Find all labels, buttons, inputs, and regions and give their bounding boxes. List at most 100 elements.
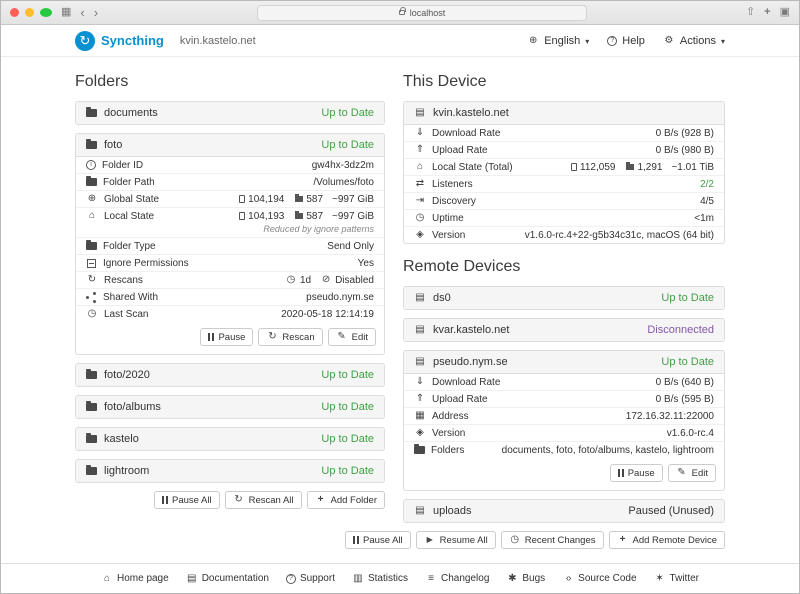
pause-icon bbox=[618, 469, 624, 477]
tag-icon bbox=[414, 428, 426, 438]
device-status: Paused (Unused) bbox=[628, 505, 714, 517]
new-tab-button[interactable] bbox=[764, 7, 770, 18]
resume-all-button[interactable]: Resume All bbox=[416, 531, 496, 549]
row-label: Folders bbox=[431, 445, 464, 456]
folder-panel-header[interactable]: foto Up to Date bbox=[76, 134, 384, 157]
help-menu[interactable]: Help bbox=[607, 35, 645, 47]
folder-panel-foto-albums: foto/albums Up to Date bbox=[75, 395, 385, 419]
tab-overview-button[interactable] bbox=[780, 7, 790, 18]
folder-panel-header[interactable]: documents Up to Date bbox=[76, 102, 384, 124]
row-label: Folder Path bbox=[103, 177, 155, 188]
folder-type-row: Folder Type Send Only bbox=[76, 237, 384, 254]
sidebar-toggle-icon[interactable] bbox=[61, 7, 71, 18]
add-folder-button[interactable]: Add Folder bbox=[307, 491, 385, 509]
share-button[interactable] bbox=[746, 7, 755, 18]
folder-panel-header[interactable]: foto/albums Up to Date bbox=[76, 396, 384, 418]
clock-icon bbox=[414, 213, 426, 223]
device-name: kvin.kastelo.net bbox=[433, 107, 509, 119]
footer-link-homepage[interactable]: Home page bbox=[101, 573, 169, 584]
folder-panel-header[interactable]: lightroom Up to Date bbox=[76, 460, 384, 482]
language-menu[interactable]: English bbox=[527, 35, 589, 47]
footer-link-statistics[interactable]: Statistics bbox=[352, 573, 408, 584]
zoom-button[interactable] bbox=[40, 8, 52, 17]
edit-button[interactable]: Edit bbox=[668, 464, 716, 482]
rescan-button[interactable]: Rescan bbox=[258, 328, 322, 346]
recent-changes-button[interactable]: Recent Changes bbox=[501, 531, 604, 549]
address-bar[interactable]: localhost bbox=[257, 5, 587, 21]
footer-link-documentation[interactable]: Documentation bbox=[186, 573, 269, 584]
bug-icon bbox=[506, 574, 518, 584]
footer-link-twitter[interactable]: Twitter bbox=[654, 573, 699, 584]
local-state-row: Local State 104,193 587 ~997 GiB bbox=[76, 207, 384, 224]
file-icon bbox=[571, 163, 577, 171]
device-panel-ds0: ds0 Up to Date bbox=[403, 286, 725, 310]
folder-status: Up to Date bbox=[321, 107, 374, 119]
folders-column: Folders documents Up to Date foto Up to … bbox=[75, 57, 385, 509]
clock-icon bbox=[285, 275, 297, 285]
minimize-button[interactable] bbox=[25, 8, 34, 17]
add-remote-device-button[interactable]: Add Remote Device bbox=[609, 531, 725, 549]
edit-button[interactable]: Edit bbox=[328, 328, 376, 346]
pause-button[interactable]: Pause bbox=[610, 464, 663, 482]
folder-name: foto/albums bbox=[104, 401, 161, 413]
device-panel-header[interactable]: ds0 Up to Date bbox=[404, 287, 724, 309]
actions-menu[interactable]: Actions bbox=[663, 35, 725, 47]
footer-link-support[interactable]: Support bbox=[286, 573, 335, 584]
row-label: Download Rate bbox=[432, 128, 500, 139]
device-icon bbox=[414, 293, 426, 303]
pause-all-folders-button[interactable]: Pause All bbox=[154, 491, 220, 509]
close-button[interactable] bbox=[10, 8, 19, 17]
row-label: Upload Rate bbox=[432, 145, 488, 156]
footer-link-bugs[interactable]: Bugs bbox=[506, 573, 545, 584]
folder-path-row: Folder Path /Volumes/foto bbox=[76, 173, 384, 190]
device-panel-header[interactable]: uploads Paused (Unused) bbox=[404, 500, 724, 522]
device-panel-header[interactable]: kvin.kastelo.net bbox=[404, 102, 724, 125]
file-icon bbox=[239, 195, 245, 203]
folder-icon bbox=[86, 467, 97, 475]
row-label: Rescans bbox=[104, 275, 143, 286]
language-label: English bbox=[544, 35, 580, 47]
play-icon bbox=[424, 535, 436, 545]
forward-button[interactable] bbox=[94, 6, 98, 20]
folder-panel-documents: documents Up to Date bbox=[75, 101, 385, 125]
row-label: Local State bbox=[104, 211, 154, 222]
clock-icon bbox=[86, 309, 98, 319]
window-controls bbox=[10, 8, 52, 17]
row-label: Version bbox=[432, 230, 465, 241]
folder-panel-header[interactable]: kastelo Up to Date bbox=[76, 428, 384, 450]
global-state-row: Global State 104,194 587 ~997 GiB bbox=[76, 190, 384, 207]
pause-all-devices-button[interactable]: Pause All bbox=[345, 531, 411, 549]
folders-actions: Pause All Rescan All Add Folder bbox=[75, 491, 385, 509]
plus-icon bbox=[617, 535, 629, 545]
footer-link-source-code[interactable]: Source Code bbox=[562, 573, 636, 584]
rescan-all-button[interactable]: Rescan All bbox=[225, 491, 302, 509]
device-status: Up to Date bbox=[661, 356, 714, 368]
pause-icon bbox=[353, 536, 359, 544]
row-value: 0 B/s (640 B) bbox=[656, 377, 714, 388]
row-value: 104,193 587 ~997 GiB bbox=[233, 211, 374, 222]
version-row: Version v1.6.0-rc.4+22-g5b34c31c, macOS … bbox=[404, 226, 724, 243]
shared-with-row: Shared With pseudo.nym.se bbox=[76, 288, 384, 305]
help-icon bbox=[607, 36, 617, 46]
device-name: pseudo.nym.se bbox=[433, 356, 508, 368]
folder-status: Up to Date bbox=[321, 369, 374, 381]
upload-icon bbox=[414, 145, 426, 155]
folder-status: Up to Date bbox=[321, 401, 374, 413]
gear-icon bbox=[663, 36, 675, 46]
device-panel-header[interactable]: pseudo.nym.se Up to Date bbox=[404, 351, 724, 374]
row-value: 1d Disabled bbox=[285, 275, 374, 286]
folder-status: Up to Date bbox=[321, 433, 374, 445]
folder-panel-header[interactable]: foto/2020 Up to Date bbox=[76, 364, 384, 386]
folder-icon bbox=[86, 371, 97, 379]
pause-button[interactable]: Pause bbox=[200, 328, 253, 346]
row-value: documents, foto, foto/albums, kastelo, l… bbox=[502, 445, 714, 456]
last-scan-row: Last Scan 2020-05-18 12:14:19 bbox=[76, 305, 384, 322]
device-panel-header[interactable]: kvar.kastelo.net Disconnected bbox=[404, 319, 724, 341]
syncthing-logo-icon[interactable] bbox=[75, 31, 95, 51]
footer-link-changelog[interactable]: Changelog bbox=[425, 573, 489, 584]
back-button[interactable] bbox=[80, 6, 84, 20]
globe-icon bbox=[527, 36, 539, 46]
file-icon bbox=[239, 212, 245, 220]
device-panel-pseudo: pseudo.nym.se Up to Date Download Rate 0… bbox=[403, 350, 725, 491]
rescans-row: Rescans 1d Disabled bbox=[76, 271, 384, 288]
